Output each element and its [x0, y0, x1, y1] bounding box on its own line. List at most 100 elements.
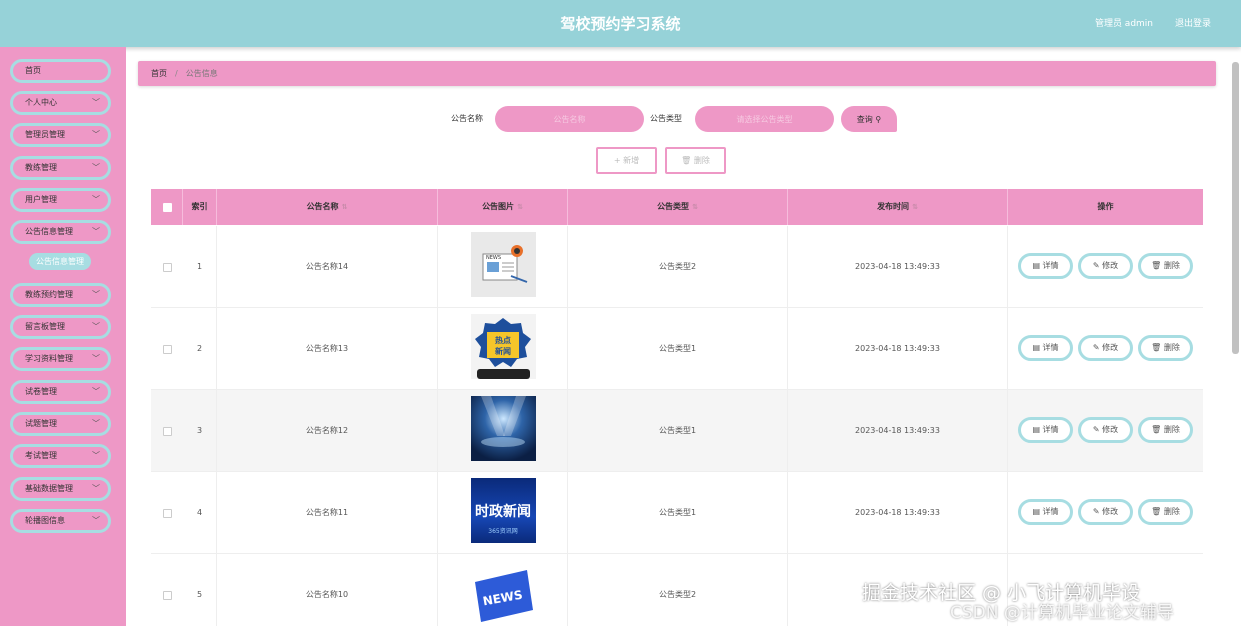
sidebar-item-label: 基础数据管理 — [25, 484, 73, 493]
edit-label: 修改 — [1102, 261, 1119, 270]
notice-image[interactable] — [471, 396, 536, 461]
sidebar-item-coach-booking[interactable]: 教练预约管理 ﹀ — [10, 283, 111, 307]
sidebar-item-label: 个人中心 — [25, 98, 57, 107]
notice-type-select[interactable] — [695, 106, 834, 132]
svg-text:365资讯网: 365资讯网 — [488, 527, 517, 535]
detail-button[interactable]: ▤ 详情 — [1018, 253, 1073, 279]
detail-label: 详情 — [1042, 343, 1059, 352]
notice-image[interactable]: 时政新闻 365资讯网 — [471, 478, 536, 543]
chevron-down-icon: ﹀ — [92, 195, 100, 204]
sidebar-item-label: 考试管理 — [25, 451, 57, 460]
breadcrumb-home[interactable]: 首页 — [151, 69, 167, 78]
page-scrollbar[interactable] — [1232, 62, 1239, 354]
row-checkbox[interactable] — [163, 427, 172, 436]
cell-type: 公告类型2 — [568, 554, 788, 626]
edit-button[interactable]: ✎ 修改 — [1078, 417, 1133, 443]
logout-link[interactable]: 退出登录 — [1175, 16, 1211, 29]
sidebar-item-exams[interactable]: 考试管理 ﹀ — [10, 444, 111, 468]
notice-image[interactable]: 热点 新闻 — [471, 314, 536, 379]
sidebar-item-label: 公告信息管理 — [25, 227, 73, 236]
search-icon: ⚲ — [875, 114, 882, 124]
notice-image[interactable]: NEWS — [471, 232, 536, 297]
col-name[interactable]: 公告名称 ⇅ — [217, 189, 438, 225]
row-checkbox[interactable] — [163, 345, 172, 354]
news-keyboard-illustration: NEWS — [475, 570, 533, 622]
edit-button[interactable]: ✎ 修改 — [1078, 335, 1133, 361]
chevron-down-icon: ﹀ — [92, 516, 100, 525]
delete-button-label: 删除 — [693, 156, 710, 165]
edit-button[interactable]: ✎ 修改 — [1078, 253, 1133, 279]
cell-index: 5 — [183, 554, 217, 626]
sidebar-item-carousel[interactable]: 轮播图信息 ﹀ — [10, 509, 111, 533]
cell-index: 1 — [183, 226, 217, 308]
col-image[interactable]: 公告图片 ⇅ — [438, 189, 568, 225]
sidebar-item-home[interactable]: 首页 — [10, 59, 111, 83]
current-user: 管理员 admin — [1094, 19, 1153, 29]
pencil-icon: ✎ — [1092, 507, 1100, 516]
row-delete-button[interactable]: 🗑 删除 — [1138, 335, 1193, 361]
sidebar-subitem-notice-management[interactable]: 公告信息管理 — [29, 253, 91, 270]
detail-button[interactable]: ▤ 详情 — [1018, 499, 1073, 525]
sidebar-item-notice-management[interactable]: 公告信息管理 ﹀ — [10, 220, 111, 244]
select-all-checkbox[interactable] — [163, 203, 172, 212]
sidebar-item-message-board[interactable]: 留言板管理 ﹀ — [10, 315, 111, 339]
cell-time: 2023-04-18 13:49:33 — [788, 472, 1008, 554]
sidebar-item-label: 用户管理 — [25, 195, 57, 204]
sidebar-item-questions[interactable]: 试题管理 ﹀ — [10, 412, 111, 436]
cell-time: 2023-04-18 13:49:33 — [788, 390, 1008, 472]
delete-button[interactable]: 🗑 删除 — [665, 147, 726, 174]
stage-lights-illustration — [481, 396, 526, 447]
row-checkbox[interactable] — [163, 263, 172, 272]
trash-icon: 🗑 — [1151, 343, 1162, 352]
cell-actions: ▤ 详情 ✎ 修改 🗑 删除 — [1008, 472, 1203, 554]
trash-icon: 🗑 — [1151, 425, 1162, 434]
document-icon: ▤ — [1032, 343, 1040, 352]
sidebar-item-user-management[interactable]: 用户管理 ﹀ — [10, 188, 111, 212]
trash-icon: 🗑 — [1151, 507, 1162, 516]
row-checkbox[interactable] — [163, 509, 172, 518]
cell-actions: ▤ 详情 ✎ 修改 🗑 删除 — [1008, 308, 1203, 390]
sidebar-item-study-materials[interactable]: 学习资料管理 ﹀ — [10, 347, 111, 371]
notice-image[interactable]: NEWS — [471, 560, 536, 625]
chevron-down-icon: ﹀ — [92, 419, 100, 428]
sidebar-item-label: 试题管理 — [25, 419, 57, 428]
top-header: 驾校预约学习系统 管理员 admin 退出登录 — [0, 0, 1241, 47]
row-checkbox[interactable] — [163, 591, 172, 600]
sidebar-item-exam-papers[interactable]: 试卷管理 ﹀ — [10, 380, 111, 404]
edit-label: 修改 — [1102, 425, 1119, 434]
row-delete-label: 删除 — [1163, 343, 1180, 352]
chevron-down-icon: ﹀ — [92, 387, 100, 396]
sidebar-item-label: 试卷管理 — [25, 387, 57, 396]
chevron-down-icon: ﹀ — [92, 290, 100, 299]
row-delete-button[interactable]: 🗑 删除 — [1138, 417, 1193, 443]
cell-actions: ▤ 详情 ✎ 修改 🗑 删除 — [1008, 390, 1203, 472]
sidebar-item-base-data[interactable]: 基础数据管理 ﹀ — [10, 477, 111, 501]
cell-image: NEWS — [438, 226, 568, 308]
detail-button[interactable]: ▤ 详情 — [1018, 417, 1073, 443]
cell-name: 公告名称14 — [217, 226, 438, 308]
sidebar-item-coach-management[interactable]: 教练管理 ﹀ — [10, 156, 111, 180]
cell-actions: ▤ 详情 ✎ 修改 🗑 删除 — [1008, 226, 1203, 308]
sidebar-item-label: 学习资料管理 — [25, 354, 73, 363]
sidebar-item-label: 教练预约管理 — [25, 290, 73, 299]
add-button[interactable]: + 新增 — [596, 147, 657, 174]
search-button[interactable]: 查询 ⚲ — [841, 106, 897, 132]
cell-name: 公告名称10 — [217, 554, 438, 626]
row-delete-button[interactable]: 🗑 删除 — [1138, 253, 1193, 279]
table-row: 3 公告名称12 公告类型1 2023-04-18 13:49:33 ▤ 详情 … — [151, 390, 1203, 472]
sidebar-item-label: 留言板管理 — [25, 322, 65, 331]
news-paper-illustration: NEWS — [482, 245, 528, 283]
sidebar-item-personal-center[interactable]: 个人中心 ﹀ — [10, 91, 111, 115]
col-time[interactable]: 发布时间 ⇅ — [788, 189, 1008, 225]
cell-type: 公告类型2 — [568, 226, 788, 308]
sidebar-item-admin-management[interactable]: 管理员管理 ﹀ — [10, 123, 111, 147]
cell-type: 公告类型1 — [568, 308, 788, 390]
breadcrumb-current: 公告信息 — [185, 69, 218, 78]
sort-icon: ⇅ — [341, 203, 348, 211]
edit-button[interactable]: ✎ 修改 — [1078, 499, 1133, 525]
row-delete-button[interactable]: 🗑 删除 — [1138, 499, 1193, 525]
col-type[interactable]: 公告类型 ⇅ — [568, 189, 788, 225]
detail-button[interactable]: ▤ 详情 — [1018, 335, 1073, 361]
notice-name-input[interactable] — [495, 106, 644, 132]
cell-image — [438, 390, 568, 472]
